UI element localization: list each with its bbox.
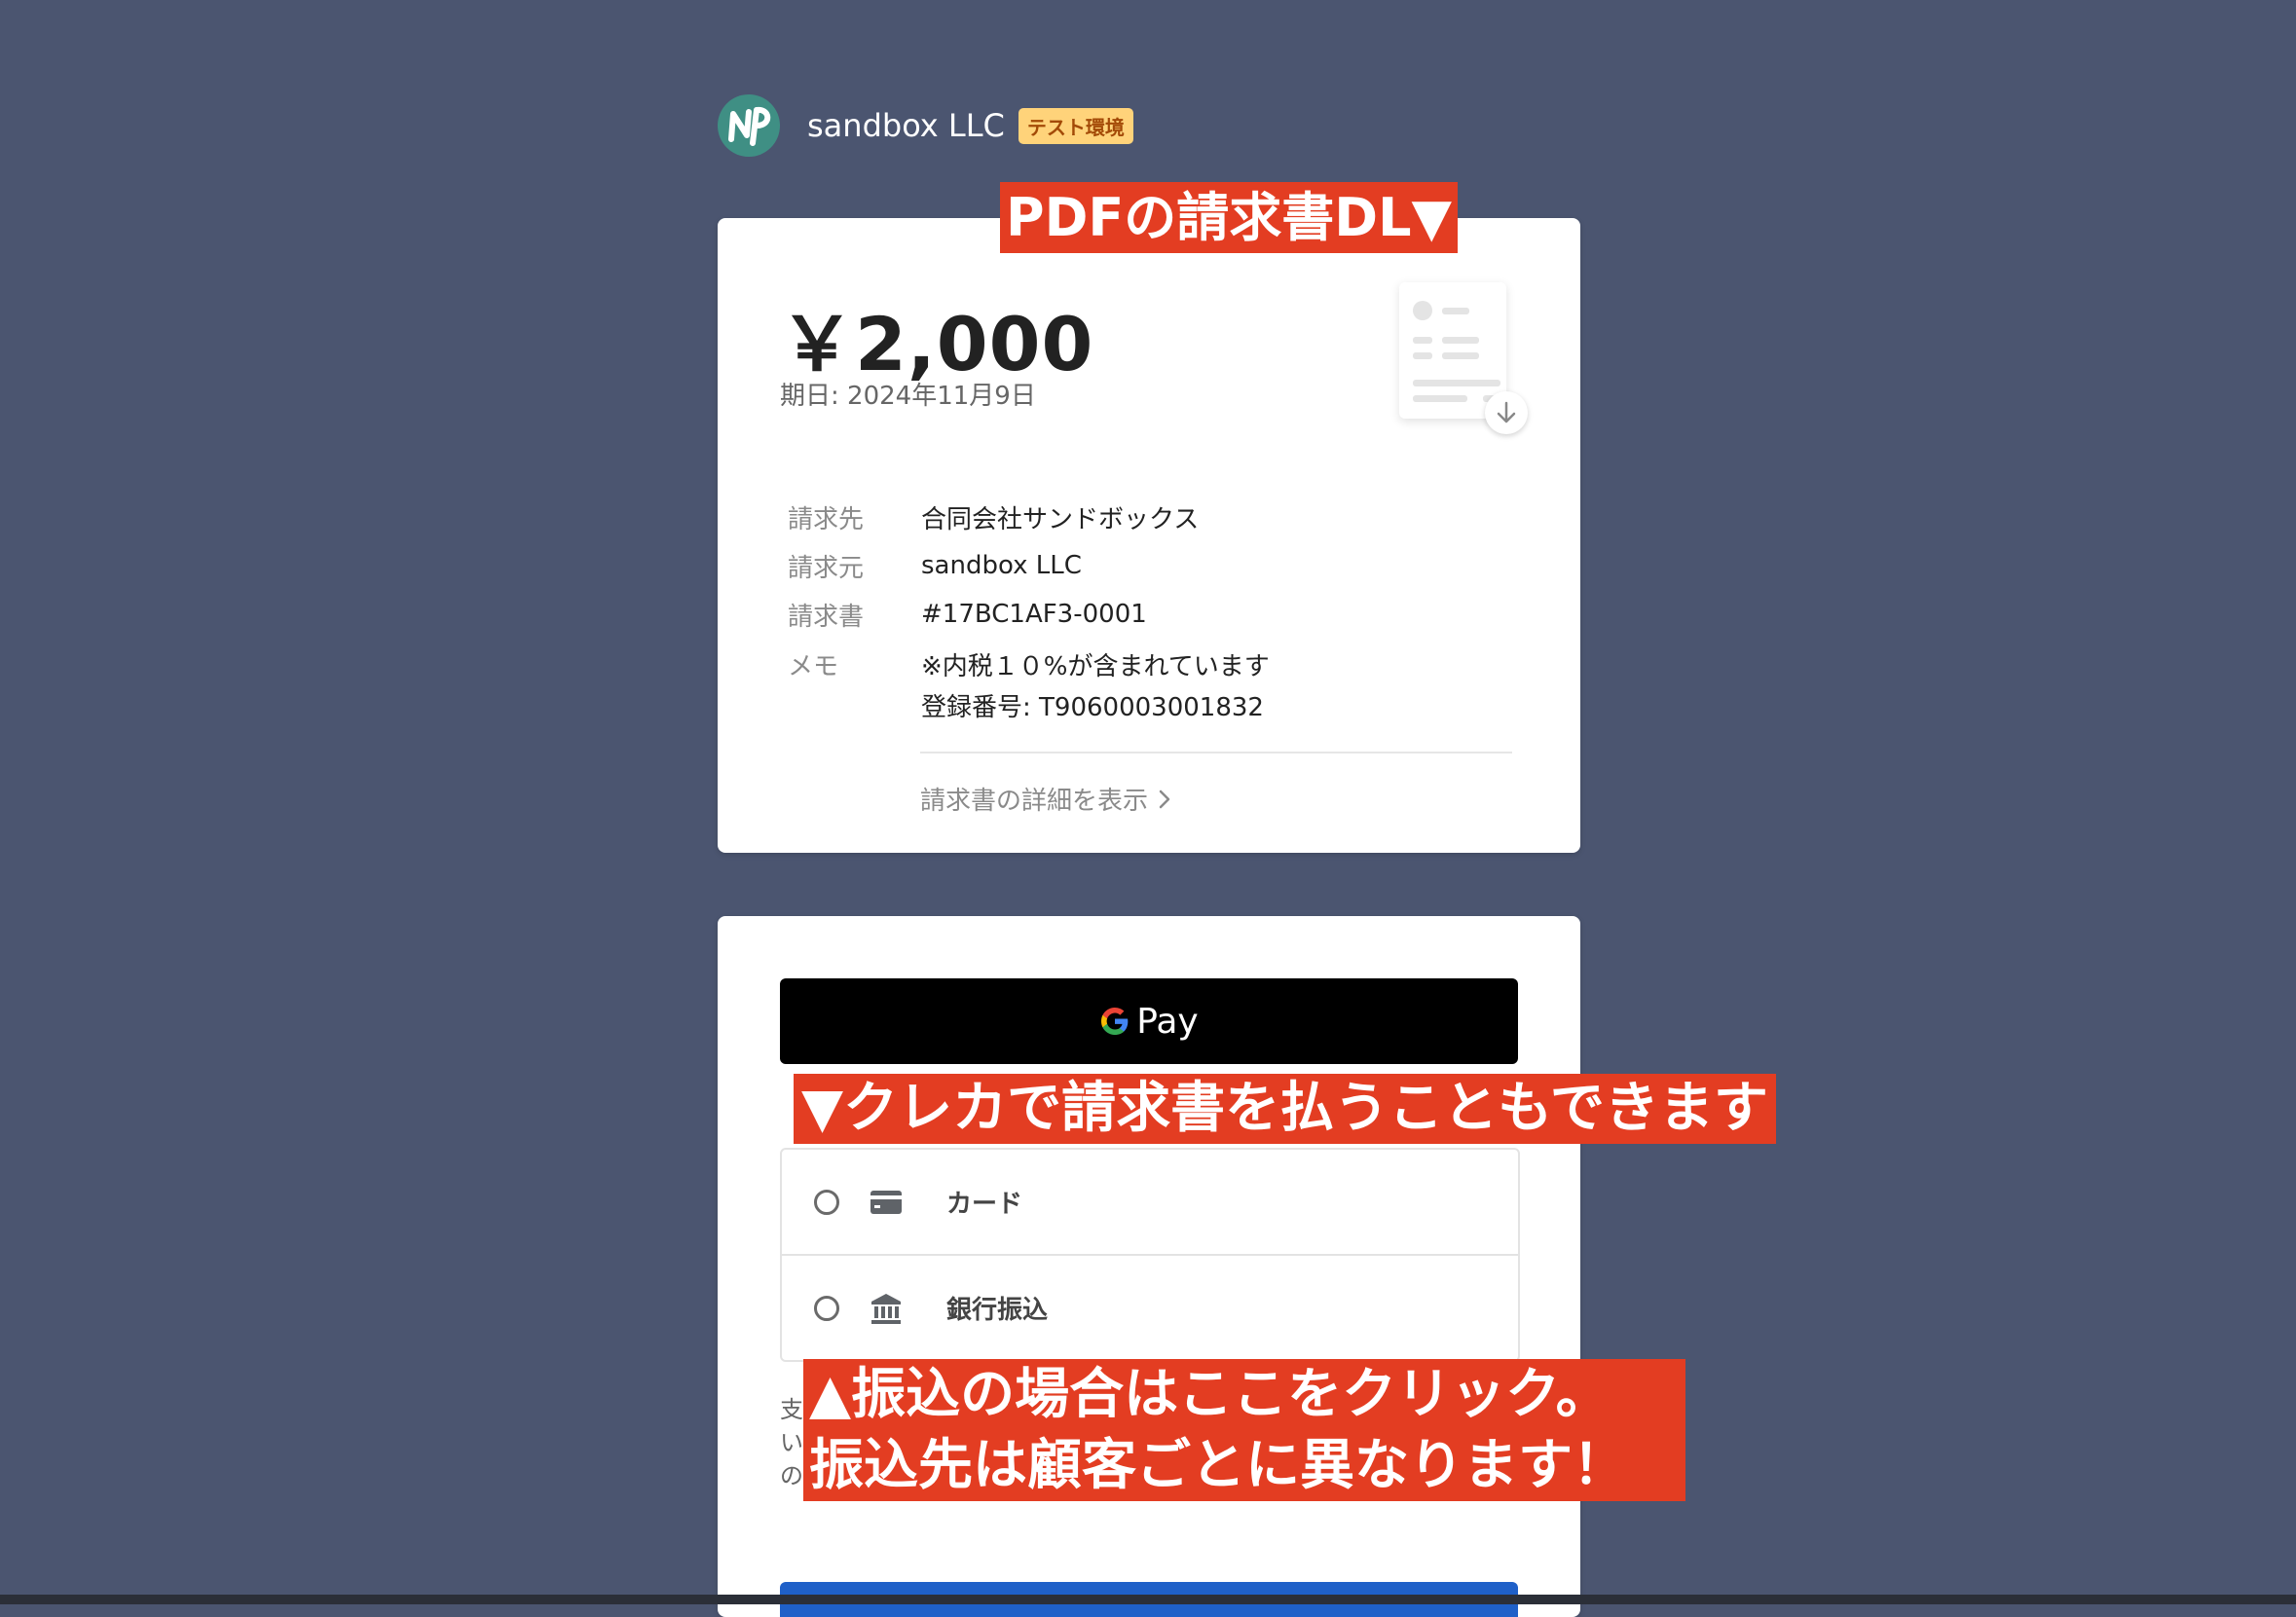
credit-card-icon [867, 1190, 906, 1215]
download-arrow-icon[interactable] [1485, 391, 1528, 434]
radio-button[interactable] [814, 1295, 839, 1321]
payment-method-label: 銀行振込 [946, 1296, 1049, 1325]
bank-icon [867, 1292, 906, 1325]
memo-line: 登録番号: T9060003001832 [921, 693, 1264, 722]
payment-card: Pay カード 銀行振込 支 い の [718, 916, 1580, 1617]
detail-label: メモ [788, 652, 839, 681]
annotation-line: 振込先は顧客ごとに異なります！ [809, 1434, 1627, 1497]
payment-method-label: カード [946, 1190, 1023, 1219]
pdf-download-button[interactable] [1389, 276, 1528, 434]
radio-button[interactable] [814, 1189, 839, 1215]
detail-label: 請求先 [788, 504, 865, 534]
detail-row-bill-to: 請求先 合同会社サンドボックス [788, 493, 1270, 541]
memo-line: ※内税１０%が含まれています [921, 652, 1270, 681]
google-pay-label: Pay [1136, 1001, 1199, 1042]
details-link-label: 請求書の詳細を表示 [920, 787, 1149, 816]
memo-text: ※内税１０%が含まれています 登録番号: T9060003001832 [921, 639, 1270, 728]
invoice-details: 請求先 合同会社サンドボックス 請求元 sandbox LLC 請求書 #17B… [788, 493, 1270, 728]
due-date: 期日: 2024年11月9日 [780, 382, 1036, 411]
brand-header: sandbox LLC テスト環境 [718, 93, 1133, 158]
divider [920, 752, 1512, 753]
annotation-line: ▲振込の場合はここをクリック。 [809, 1363, 1611, 1426]
chevron-right-icon [1159, 790, 1170, 808]
bottom-scroll-bar [0, 1595, 2296, 1604]
test-environment-badge: テスト環境 [1018, 107, 1133, 144]
detail-value: #17BC1AF3-0001 [921, 600, 1147, 629]
company-name: sandbox LLC [807, 107, 1005, 144]
invoice-summary-card: ￥2,000 期日: 2024年11月9日 請求先 合同会社サンドボックス 請求… [718, 218, 1580, 853]
detail-row-invoice-number: 請求書 #17BC1AF3-0001 [788, 590, 1270, 639]
detail-label: 請求書 [788, 602, 865, 632]
payment-method-bank-transfer[interactable]: 銀行振込 [782, 1254, 1518, 1360]
payment-method-list: カード 銀行振込 [780, 1148, 1520, 1362]
annotation-bank-transfer: ▲振込の場合はここをクリック。 振込先は顧客ごとに異なります！ [803, 1359, 1685, 1501]
detail-label: 請求元 [788, 553, 865, 583]
detail-row-bill-from: 請求元 sandbox LLC [788, 541, 1270, 590]
detail-row-memo: メモ ※内税１０%が含まれています 登録番号: T9060003001832 [788, 639, 1270, 728]
detail-value: 合同会社サンドボックス [921, 504, 1200, 534]
np-logo-icon [718, 94, 780, 157]
detail-value: sandbox LLC [921, 551, 1082, 580]
view-invoice-details-link[interactable]: 請求書の詳細を表示 [920, 781, 1171, 817]
google-g-icon [1101, 1008, 1129, 1035]
annotation-credit-card: ▼クレカで請求書を払うこともできます [794, 1074, 1776, 1144]
annotation-pdf-download: PDFの請求書DL▼ [1000, 182, 1459, 253]
payment-method-card[interactable]: カード [782, 1150, 1518, 1254]
google-pay-button[interactable]: Pay [780, 978, 1518, 1064]
